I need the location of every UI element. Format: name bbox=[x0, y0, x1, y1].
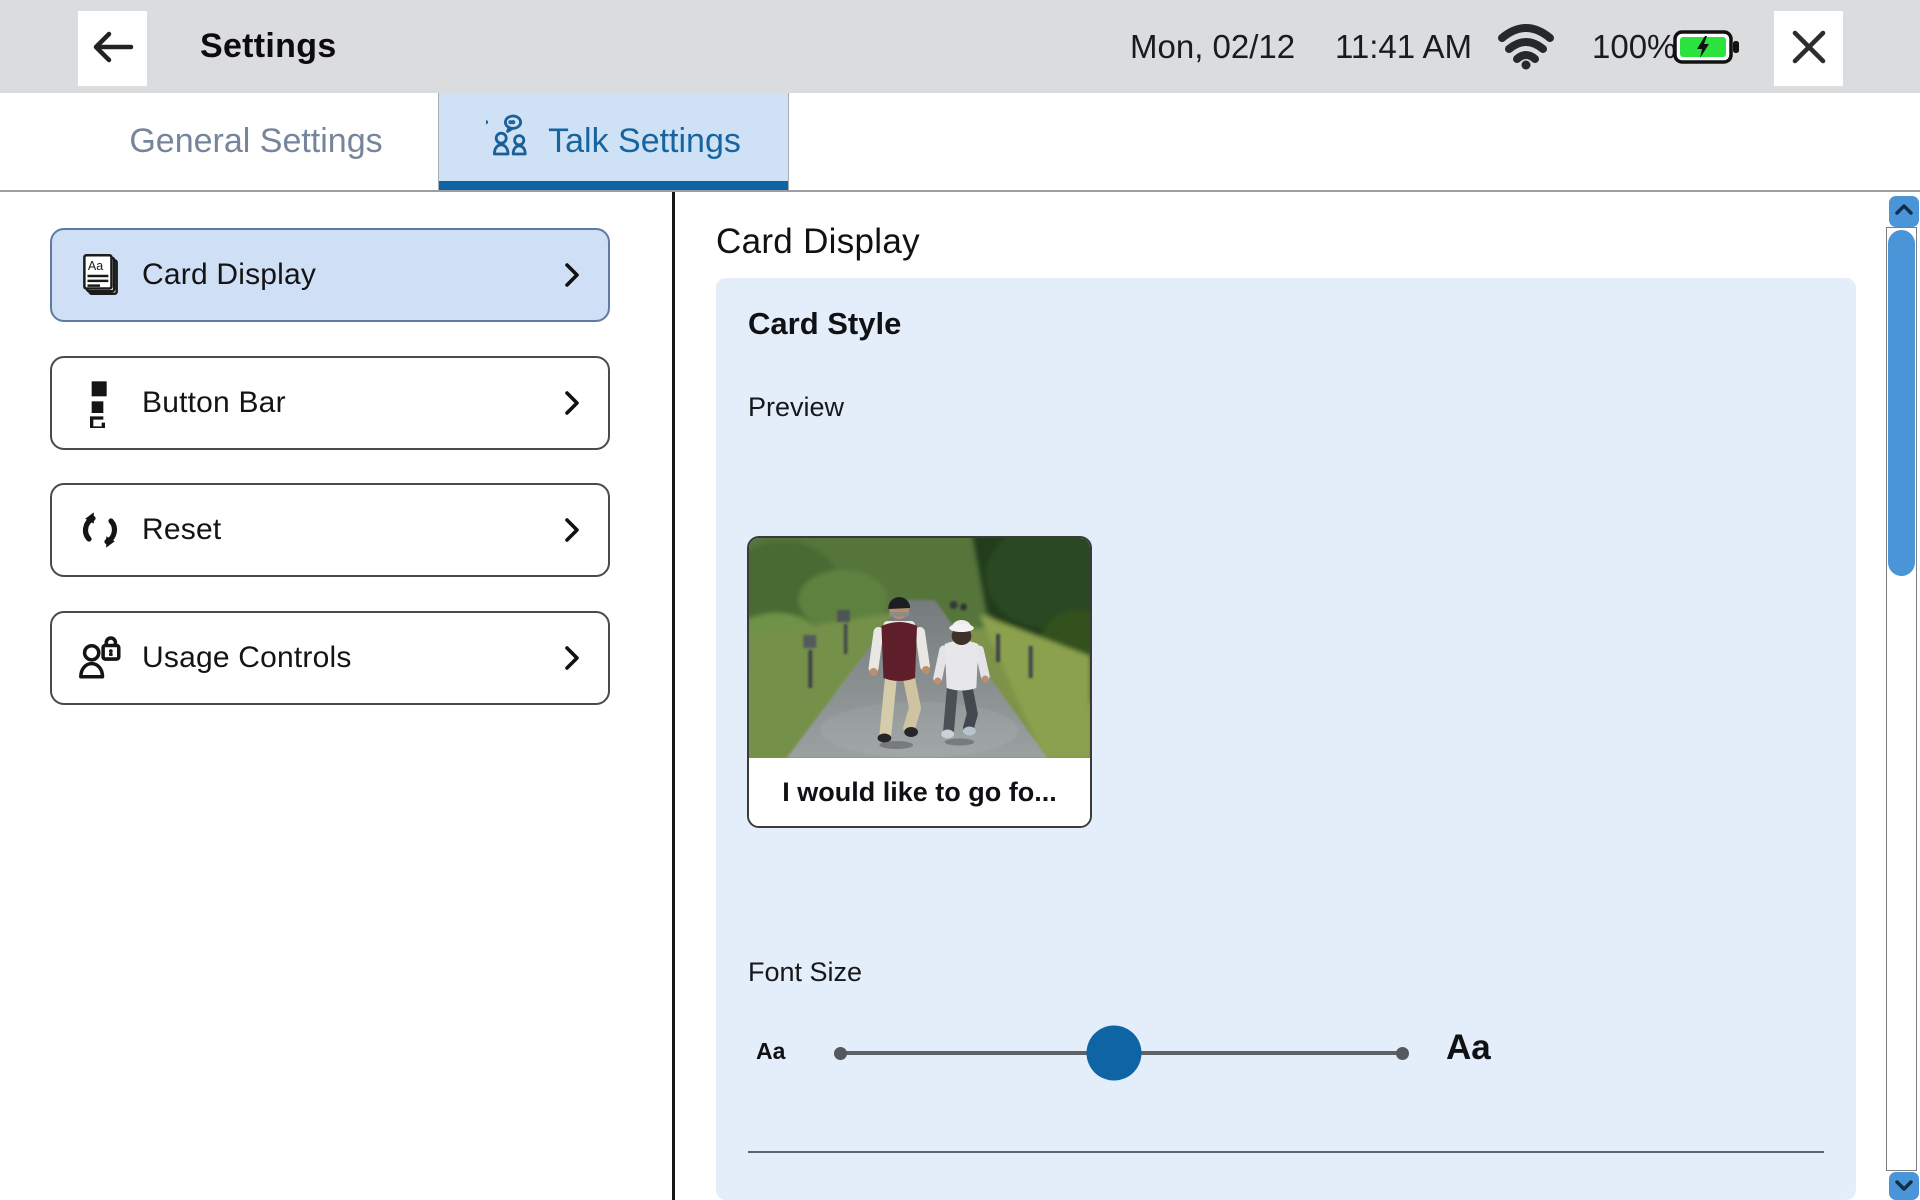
chevron-right-icon bbox=[563, 516, 582, 544]
close-button[interactable] bbox=[1774, 11, 1843, 86]
scrollbar-track[interactable] bbox=[1886, 227, 1917, 1171]
reset-icon bbox=[72, 506, 128, 554]
chevron-right-icon bbox=[563, 644, 582, 672]
back-button[interactable] bbox=[78, 11, 147, 86]
active-tab-underline bbox=[439, 181, 788, 190]
svg-text:Aa: Aa bbox=[88, 259, 103, 273]
scroll-up-icon bbox=[1894, 203, 1914, 220]
font-size-label: Font Size bbox=[748, 957, 862, 988]
topbar: Settings Mon, 02/12 11:41 AM 100% bbox=[0, 0, 1920, 93]
close-icon bbox=[1790, 28, 1828, 69]
button-bar-icon bbox=[72, 378, 128, 428]
preview-card: I would like to go fo... bbox=[747, 536, 1092, 828]
sidebar-item-label: Reset bbox=[128, 513, 563, 547]
preview-card-caption: I would like to go fo... bbox=[749, 758, 1090, 826]
scrollbar-thumb[interactable] bbox=[1888, 230, 1915, 576]
preview-photo-walking-couple bbox=[749, 538, 1090, 759]
usage-controls-icon bbox=[72, 633, 128, 683]
sidebar-item-card-display[interactable]: Aa Card Display bbox=[50, 228, 610, 322]
scroll-down-icon bbox=[1894, 1178, 1914, 1195]
chevron-right-icon bbox=[563, 389, 582, 417]
back-arrow-icon bbox=[90, 28, 136, 69]
slider-max-dot bbox=[1396, 1047, 1409, 1060]
scroll-up-button[interactable] bbox=[1889, 196, 1919, 227]
font-size-max-label: Aa bbox=[1446, 1028, 1491, 1068]
tab-general-settings[interactable]: General Settings bbox=[0, 93, 438, 190]
talk-settings-icon bbox=[486, 113, 534, 170]
status-time: 11:41 AM bbox=[1335, 0, 1472, 93]
tab-label: Talk Settings bbox=[548, 122, 741, 161]
font-size-min-label: Aa bbox=[756, 1038, 785, 1065]
section-title: Card Style bbox=[748, 306, 901, 342]
sidebar-item-label: Button Bar bbox=[128, 386, 563, 420]
tab-talk-settings[interactable]: Talk Settings bbox=[438, 93, 789, 190]
chevron-right-icon bbox=[563, 261, 582, 289]
sidebar-item-label: Card Display bbox=[128, 258, 563, 292]
font-size-slider: Aa Aa bbox=[716, 1020, 1856, 1086]
battery-icon bbox=[1673, 30, 1741, 69]
sidebar-item-reset[interactable]: Reset bbox=[50, 483, 610, 577]
sidebar-item-button-bar[interactable]: Button Bar bbox=[50, 356, 610, 450]
preview-label: Preview bbox=[748, 392, 844, 423]
slider-thumb[interactable] bbox=[1087, 1026, 1142, 1081]
sidebar-item-label: Usage Controls bbox=[128, 641, 563, 675]
slider-min-dot bbox=[834, 1047, 847, 1060]
sidebar-item-usage-controls[interactable]: Usage Controls bbox=[50, 611, 610, 705]
content-heading: Card Display bbox=[716, 222, 920, 262]
sidebar-content-divider bbox=[672, 192, 675, 1200]
status-date: Mon, 02/12 bbox=[1130, 0, 1295, 93]
settings-tabs: General Settings Talk Settings bbox=[0, 93, 1920, 192]
page-title: Settings bbox=[200, 0, 337, 93]
battery-percent: 100% bbox=[1592, 0, 1676, 93]
slider-track[interactable] bbox=[840, 1051, 1403, 1055]
settings-screen: Settings Mon, 02/12 11:41 AM 100% bbox=[0, 0, 1920, 1200]
tab-label: General Settings bbox=[129, 122, 382, 161]
scroll-down-button[interactable] bbox=[1889, 1172, 1919, 1200]
card-display-icon: Aa bbox=[72, 250, 128, 300]
section-divider bbox=[748, 1151, 1824, 1153]
wifi-icon bbox=[1498, 24, 1554, 75]
